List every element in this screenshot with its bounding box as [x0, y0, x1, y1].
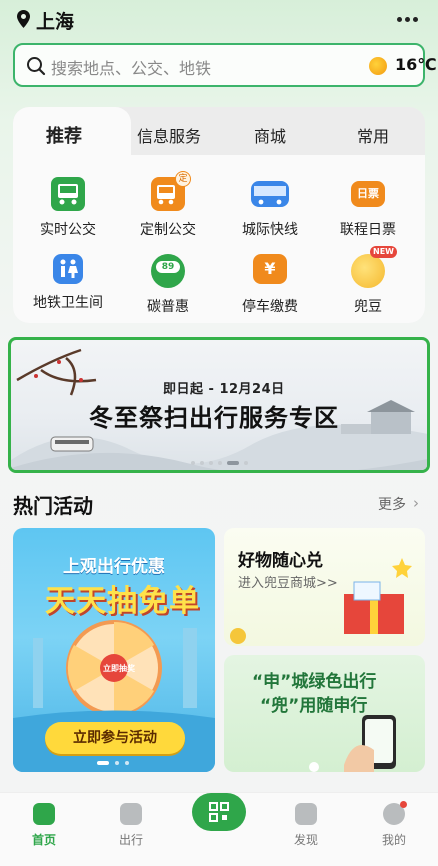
- nav-label: 首页: [31, 833, 56, 847]
- chevron-right-icon[interactable]: ›: [413, 494, 419, 512]
- service-metro-restroom[interactable]: 地铁卫生间: [18, 254, 118, 312]
- intercity-bus-icon: [251, 181, 289, 207]
- lottery-line2: 天天抽免单: [45, 584, 200, 619]
- ticket-icon: 日票: [351, 181, 385, 207]
- nav-travel[interactable]: 出行: [101, 803, 161, 848]
- lottery-line1: 上观出行优惠: [63, 557, 165, 577]
- service-label: 城际快线: [242, 222, 298, 238]
- service-realtime-bus[interactable]: 实时公交: [18, 177, 118, 239]
- top-bar: 上海: [0, 0, 438, 40]
- service-label: 地铁卫生间: [33, 295, 103, 311]
- tab-info-service[interactable]: 信息服务: [137, 123, 201, 147]
- nav-label: 我的: [381, 833, 406, 847]
- current-city[interactable]: 上海: [36, 7, 74, 34]
- service-label: 停车缴费: [242, 299, 298, 315]
- hot-activities-title: 热门活动: [13, 494, 93, 518]
- weather-sun-icon: [369, 57, 387, 75]
- nav-discover[interactable]: 发现: [276, 803, 336, 848]
- activity-card-lottery[interactable]: 立即抽奖 上观出行优惠 天天抽免单 立即参与活动: [13, 528, 215, 772]
- nav-home[interactable]: 首页: [14, 803, 74, 848]
- nav-label: 发现: [293, 833, 318, 847]
- carbon-badge: 89: [156, 261, 180, 273]
- ticket-badge-text: 日票: [357, 187, 379, 200]
- discover-icon: [295, 803, 317, 825]
- phone-hand-icon: [309, 715, 396, 772]
- service-label: 实时公交: [40, 222, 96, 238]
- parking-fee-icon: ¥: [253, 254, 287, 284]
- search-placeholder: 搜索地点、公交、地铁: [51, 59, 212, 78]
- hot-more-link[interactable]: 更多: [378, 494, 406, 514]
- service-day-ticket[interactable]: 日票 联程日票: [318, 177, 418, 239]
- nav-label: 出行: [118, 833, 143, 847]
- tab-recommend[interactable]: 推荐: [46, 122, 82, 148]
- service-panel: 推荐 信息服务 商城 常用 实时公交 定 定制公交 城际快线 日票 联程日票 地…: [13, 107, 425, 323]
- profile-icon: [383, 801, 407, 825]
- search-icon: [27, 57, 46, 76]
- wheel-center-text: 立即抽奖: [103, 664, 135, 673]
- more-menu-icon[interactable]: [396, 11, 420, 25]
- service-label: 定制公交: [140, 222, 196, 238]
- temperature: 16℃: [395, 55, 437, 74]
- new-badge: NEW: [370, 246, 397, 258]
- activity-card-bean-mall[interactable]: 好物随心兑 进入兜豆商城>>: [224, 528, 425, 646]
- service-label: 兜豆: [354, 299, 382, 315]
- qr-code-button[interactable]: [192, 793, 246, 831]
- join-activity-button[interactable]: 立即参与活动: [45, 722, 185, 754]
- banner-title: 冬至祭扫出行服务专区: [89, 404, 339, 432]
- winter-solstice-banner[interactable]: 即日起 - 12月24日 冬至祭扫出行服务专区: [8, 337, 430, 473]
- banner-date: 即日起 - 12月24日: [163, 382, 285, 397]
- search-bar[interactable]: 搜索地点、公交、地铁 16℃: [13, 43, 437, 87]
- custom-badge: 定: [175, 171, 191, 187]
- bean-icon: NEW: [351, 246, 397, 288]
- service-label: 联程日票: [340, 222, 396, 238]
- card-pagination: [97, 760, 137, 766]
- gift-box-icon: [230, 558, 412, 644]
- qr-code-icon: [209, 802, 229, 822]
- restroom-icon: [53, 254, 83, 284]
- service-custom-bus[interactable]: 定 定制公交: [118, 171, 218, 239]
- location-pin-icon[interactable]: [17, 10, 30, 28]
- service-bean[interactable]: NEW 兜豆: [318, 246, 418, 316]
- bottom-navigation: 首页 出行 发现 我的: [0, 792, 438, 866]
- custom-bus-icon: 定: [151, 171, 191, 211]
- service-intercity[interactable]: 城际快线: [220, 177, 320, 239]
- notification-dot: [400, 801, 407, 808]
- tab-frequent[interactable]: 常用: [357, 123, 389, 147]
- banner-pagination: [191, 460, 271, 466]
- service-carbon[interactable]: 89 碳普惠: [118, 254, 218, 316]
- bus-icon: [51, 177, 85, 211]
- service-parking-fee[interactable]: ¥ 停车缴费: [220, 254, 320, 316]
- carbon-icon: 89: [151, 254, 185, 288]
- nav-profile[interactable]: 我的: [364, 801, 424, 848]
- service-label: 碳普惠: [147, 299, 189, 315]
- tab-mall[interactable]: 商城: [254, 123, 286, 147]
- travel-icon: [120, 803, 142, 825]
- activity-card-green-travel[interactable]: “申”城绿色出行 “兜”用随申行: [224, 655, 425, 772]
- home-icon: [33, 803, 55, 825]
